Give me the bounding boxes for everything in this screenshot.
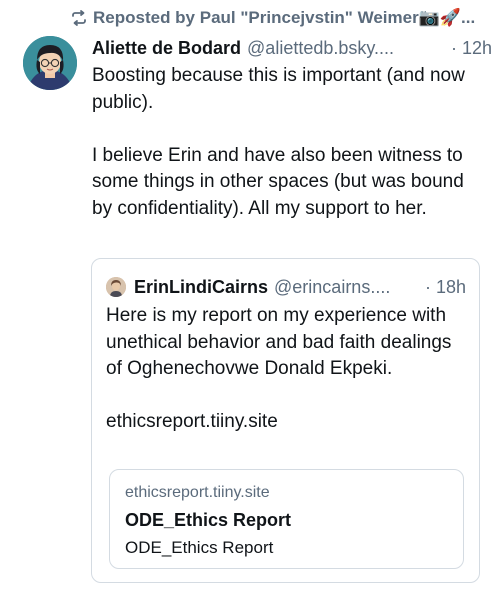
quoted-author-name[interactable]: ErinLindiCairns <box>134 277 268 298</box>
quoted-author-handle[interactable]: @erincairns.... <box>274 277 390 298</box>
post-paragraph: I believe Erin and have also been witnes… <box>92 144 464 219</box>
author-avatar[interactable] <box>23 36 77 90</box>
quoted-post-paragraph: Here is my report on my experience with … <box>106 305 452 379</box>
post-header: Aliette de Bodard @aliettedb.bsky.... · … <box>92 36 492 60</box>
author-handle[interactable]: @aliettedb.bsky.... <box>247 38 394 59</box>
quoted-post-card[interactable]: ErinLindiCairns @erincairns.... · 18h He… <box>91 258 480 583</box>
repost-indicator[interactable]: Reposted by Paul "Princejvstin" Weimer📷🚀… <box>70 6 490 30</box>
quoted-author-avatar[interactable] <box>106 277 126 297</box>
link-preview-domain: ethicsreport.tiiny.site <box>125 484 270 501</box>
quoted-post-timestamp[interactable]: · 18h <box>425 277 466 298</box>
repost-icon <box>70 9 88 27</box>
quoted-post-link-text[interactable]: ethicsreport.tiiny.site <box>106 409 466 436</box>
post-paragraph: Boosting because this is important (and … <box>92 65 465 113</box>
link-preview-title: ODE_Ethics Report <box>125 510 292 530</box>
repost-text: Reposted by Paul "Princejvstin" Weimer📷🚀… <box>93 8 476 27</box>
link-preview-card[interactable]: ethicsreport.tiiny.site ODE_Ethics Repor… <box>109 469 464 569</box>
quoted-post-text: Here is my report on my experience with … <box>106 303 466 436</box>
quoted-post-header: ErinLindiCairns @erincairns.... · 18h <box>106 275 466 299</box>
link-preview-description: ODE_Ethics Report <box>125 538 274 557</box>
post-timestamp[interactable]: · 12h <box>451 38 492 59</box>
author-name[interactable]: Aliette de Bodard <box>92 38 241 59</box>
post-text: Boosting because this is important (and … <box>92 63 482 222</box>
